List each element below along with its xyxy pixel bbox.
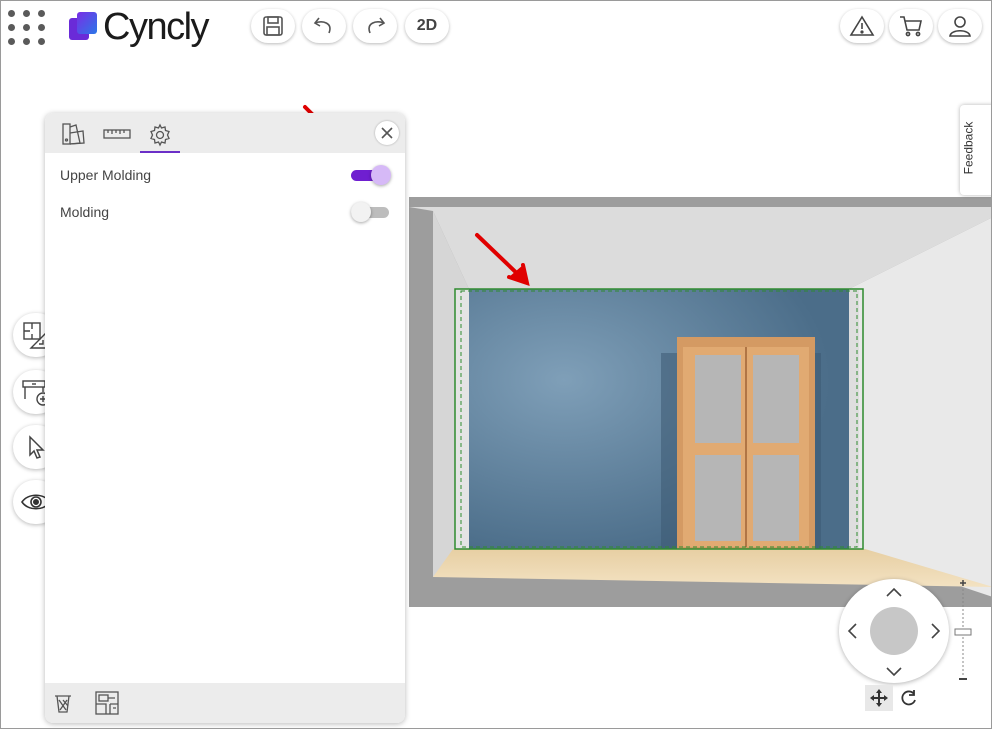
warning-button[interactable]: [840, 9, 884, 43]
redo-button[interactable]: [353, 9, 397, 43]
delete-button[interactable]: [49, 689, 77, 717]
brand-logo: Cyncly: [69, 6, 210, 48]
option-molding: Molding: [60, 200, 391, 224]
navigation-pad[interactable]: [839, 579, 949, 683]
feedback-label: Feedback: [961, 121, 976, 175]
nav-right-icon[interactable]: [925, 621, 945, 641]
close-icon: [381, 127, 393, 139]
pan-move-icon: [870, 689, 888, 707]
feedback-tab[interactable]: Feedback: [960, 105, 991, 195]
brand-name: Cyncly: [103, 6, 210, 48]
panel-tabs: [45, 113, 405, 153]
tab-measure[interactable]: [97, 118, 137, 150]
cart-icon: [900, 16, 922, 37]
nav-left-icon[interactable]: [843, 621, 863, 641]
wall-upper-molding: [455, 289, 469, 549]
grid-dots-icon[interactable]: [8, 10, 48, 50]
3d-viewport[interactable]: [409, 197, 992, 607]
save-button[interactable]: [251, 9, 295, 43]
delete-bin-icon: [55, 695, 71, 713]
option-molding-label: Molding: [60, 204, 110, 220]
floorplan-layout-icon: [95, 691, 119, 715]
rotate-icon: [901, 690, 916, 706]
user-button[interactable]: [938, 9, 982, 43]
panel-close-button[interactable]: [375, 121, 399, 145]
tab-materials[interactable]: [53, 118, 93, 150]
user-icon: [949, 16, 971, 37]
option-upper-molding: Upper Molding: [60, 163, 391, 187]
warning-icon: [849, 15, 875, 36]
undo-icon: [313, 17, 331, 34]
tab-settings[interactable]: [140, 118, 180, 153]
option-upper-molding-label: Upper Molding: [60, 167, 152, 183]
double-door[interactable]: [677, 337, 815, 549]
wall-side-trim: [849, 289, 859, 549]
cart-button[interactable]: [889, 9, 933, 43]
upper-molding-toggle[interactable]: [351, 164, 391, 186]
panel-footer: [45, 683, 405, 723]
materials-swatch-icon: [62, 123, 85, 145]
save-icon: [263, 16, 283, 36]
pan-mode-button[interactable]: [865, 685, 893, 711]
settings-gear-icon: [150, 123, 170, 146]
nav-center-knob[interactable]: [870, 607, 918, 655]
app-window: Cyncly 2D Upper Molding Molding Feedback: [0, 0, 992, 729]
floorplan-layout-button[interactable]: [93, 689, 121, 717]
zoom-slider[interactable]: [953, 579, 973, 683]
redo-icon: [368, 17, 386, 34]
properties-panel: Upper Molding Molding: [45, 113, 405, 723]
ruler-icon: [103, 129, 131, 139]
undo-button[interactable]: [302, 9, 346, 43]
brand-logo-mark: [69, 12, 97, 40]
molding-toggle[interactable]: [351, 201, 391, 223]
nav-down-icon[interactable]: [884, 661, 904, 681]
rotate-mode-button[interactable]: [895, 685, 923, 711]
view-2d-button[interactable]: 2D: [405, 9, 449, 43]
nav-up-icon[interactable]: [884, 583, 904, 603]
